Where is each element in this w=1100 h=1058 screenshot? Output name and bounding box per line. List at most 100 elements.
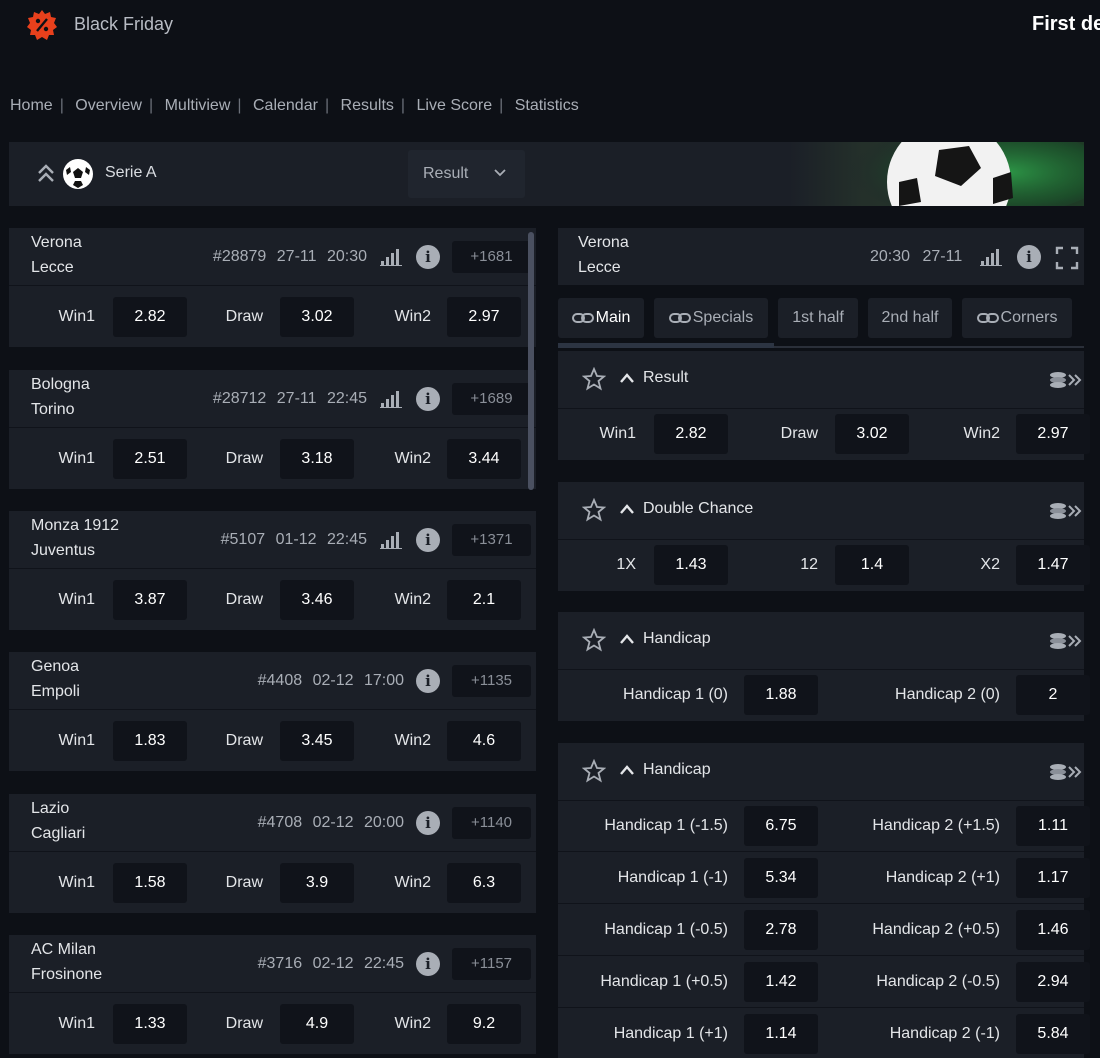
market-header[interactable]: Handicap [558, 743, 1084, 801]
info-icon[interactable]: i [416, 952, 440, 976]
tab-2nd-half[interactable]: 2nd half [868, 298, 952, 338]
event-card[interactable]: AC Milan Frosinone #3716 02-12 22:45 i +… [9, 935, 536, 1054]
odd-button[interactable]: 3.9 [280, 863, 354, 903]
chevron-up-icon[interactable] [619, 764, 635, 776]
odd-button[interactable]: 2 [1016, 675, 1090, 715]
odd-button[interactable]: 2.1 [447, 580, 521, 620]
odd-button[interactable]: 1.4 [835, 545, 909, 585]
event-card[interactable]: Genoa Empoli #4408 02-12 17:00 i +1135 W… [9, 652, 536, 771]
more-markets-button[interactable]: +1157 [452, 948, 531, 980]
fullscreen-icon[interactable] [1055, 246, 1079, 270]
chevron-up-icon[interactable] [619, 372, 635, 384]
home-team[interactable]: Bologna [31, 376, 90, 394]
tab-main[interactable]: Main [558, 298, 644, 338]
breadcrumb-results[interactable]: Results [341, 97, 394, 114]
home-team[interactable]: Monza 1912 [31, 517, 119, 535]
more-markets-button[interactable]: +1681 [452, 241, 531, 273]
away-team[interactable]: Torino [31, 401, 75, 419]
away-team[interactable]: Lecce [31, 259, 74, 277]
info-icon[interactable]: i [416, 669, 440, 693]
odd-button[interactable]: 1.46 [1016, 910, 1090, 950]
odd-button[interactable]: 1.33 [113, 1004, 187, 1044]
odd-button[interactable]: 3.18 [280, 439, 354, 479]
home-team[interactable]: Verona [31, 234, 82, 252]
statistics-icon[interactable] [980, 248, 1002, 266]
coins-arrow-icon[interactable] [1048, 632, 1082, 650]
odd-button[interactable]: 2.82 [113, 297, 187, 337]
odd-button[interactable]: 1.43 [654, 545, 728, 585]
breadcrumb-overview[interactable]: Overview [75, 97, 142, 114]
star-icon[interactable] [582, 628, 606, 652]
odd-button[interactable]: 1.14 [744, 1014, 818, 1054]
away-team[interactable]: Empoli [31, 683, 80, 701]
tab-specials[interactable]: Specials [654, 298, 768, 338]
market-header[interactable]: Result [558, 351, 1084, 409]
tab-corners[interactable]: Corners [962, 298, 1072, 338]
coins-arrow-icon[interactable] [1048, 502, 1082, 520]
event-card[interactable]: Verona Lecce #28879 27-11 20:30 i +1681 … [9, 228, 536, 347]
odd-button[interactable]: 1.42 [744, 962, 818, 1002]
odd-button[interactable]: 3.87 [113, 580, 187, 620]
odd-button[interactable]: 5.34 [744, 858, 818, 898]
odd-button[interactable]: 1.83 [113, 721, 187, 761]
odd-button[interactable]: 6.75 [744, 806, 818, 846]
market-header[interactable]: Handicap [558, 612, 1084, 670]
odd-button[interactable]: 4.9 [280, 1004, 354, 1044]
home-team[interactable]: Lazio [31, 800, 69, 818]
home-team[interactable]: AC Milan [31, 941, 96, 959]
odd-button[interactable]: 3.45 [280, 721, 354, 761]
odd-button[interactable]: 9.2 [447, 1004, 521, 1044]
odd-button[interactable]: 2.51 [113, 439, 187, 479]
statistics-icon[interactable] [380, 390, 402, 408]
statistics-icon[interactable] [380, 248, 402, 266]
star-icon[interactable] [582, 367, 606, 391]
more-markets-button[interactable]: +1371 [452, 524, 531, 556]
odd-button[interactable]: 3.02 [280, 297, 354, 337]
odd-button[interactable]: 6.3 [447, 863, 521, 903]
event-card[interactable]: Bologna Torino #28712 27-11 22:45 i +168… [9, 370, 536, 489]
home-team[interactable]: Genoa [31, 658, 79, 676]
event-card[interactable]: Lazio Cagliari #4708 02-12 20:00 i +1140… [9, 794, 536, 913]
event-list-scrollbar[interactable] [528, 232, 534, 490]
odd-button[interactable]: 2.82 [654, 414, 728, 454]
odd-button[interactable]: 2.97 [1016, 414, 1090, 454]
odd-button[interactable]: 3.44 [447, 439, 521, 479]
more-markets-button[interactable]: +1135 [452, 665, 531, 697]
coins-arrow-icon[interactable] [1048, 763, 1082, 781]
info-icon[interactable]: i [416, 387, 440, 411]
collapse-chevrons-icon[interactable] [36, 163, 56, 185]
away-team[interactable]: Cagliari [31, 825, 85, 843]
promo-headline[interactable]: First de [1032, 13, 1100, 36]
odd-button[interactable]: 1.58 [113, 863, 187, 903]
market-type-select[interactable]: Result [408, 150, 525, 198]
more-markets-button[interactable]: +1140 [452, 807, 531, 839]
more-markets-button[interactable]: +1689 [452, 383, 531, 415]
odd-button[interactable]: 2.94 [1016, 962, 1090, 1002]
odd-button[interactable]: 1.88 [744, 675, 818, 715]
odd-button[interactable]: 1.47 [1016, 545, 1090, 585]
chevron-up-icon[interactable] [619, 633, 635, 645]
breadcrumb-statistics[interactable]: Statistics [515, 97, 579, 114]
away-team[interactable]: Frosinone [31, 966, 102, 984]
away-team[interactable]: Juventus [31, 542, 95, 560]
market-header[interactable]: Double Chance [558, 482, 1084, 540]
odd-button[interactable]: 3.02 [835, 414, 909, 454]
odd-button[interactable]: 1.17 [1016, 858, 1090, 898]
odd-button[interactable]: 5.84 [1016, 1014, 1090, 1054]
promo-link[interactable]: Black Friday [74, 14, 173, 35]
odd-button[interactable]: 2.97 [447, 297, 521, 337]
odd-button[interactable]: 4.6 [447, 721, 521, 761]
breadcrumb-home[interactable]: Home [10, 97, 53, 114]
breadcrumb-calendar[interactable]: Calendar [253, 97, 318, 114]
tab-1st-half[interactable]: 1st half [778, 298, 858, 338]
discount-badge-icon[interactable] [26, 9, 58, 41]
info-icon[interactable]: i [416, 528, 440, 552]
breadcrumb-multiview[interactable]: Multiview [165, 97, 231, 114]
odd-button[interactable]: 3.46 [280, 580, 354, 620]
info-icon[interactable]: i [416, 245, 440, 269]
star-icon[interactable] [582, 498, 606, 522]
coins-arrow-icon[interactable] [1048, 371, 1082, 389]
statistics-icon[interactable] [380, 531, 402, 549]
odd-button[interactable]: 2.78 [744, 910, 818, 950]
odd-button[interactable]: 1.11 [1016, 806, 1090, 846]
